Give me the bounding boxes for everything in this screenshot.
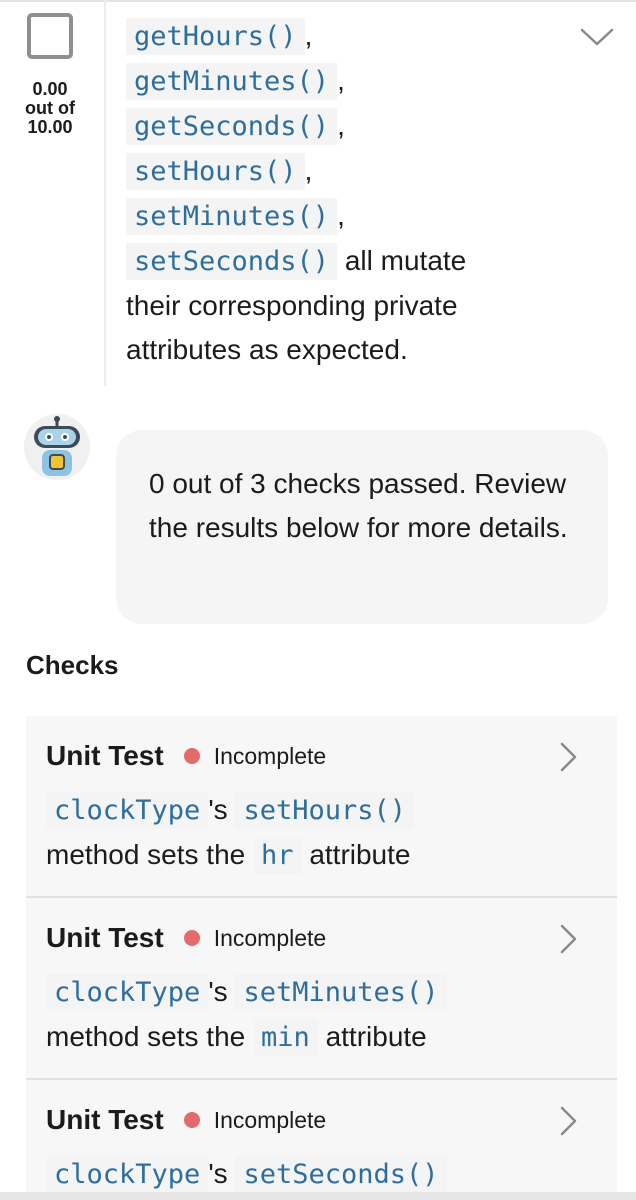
requirement-checkbox[interactable]: [27, 13, 73, 59]
requirement-row: 0.00 out of 10.00 getHours(), getMinutes…: [0, 0, 636, 386]
score-max: 10.00: [27, 117, 73, 137]
chevron-right-icon[interactable]: [556, 1104, 580, 1138]
code-attr: min: [253, 1019, 318, 1056]
check-type: Unit Test: [46, 1104, 164, 1135]
method-line-6: setSeconds() all mutate: [126, 239, 556, 284]
chevron-right-icon[interactable]: [556, 922, 580, 956]
bottom-edge: [0, 1192, 636, 1200]
status-label: Incomplete: [213, 742, 327, 769]
method-line-2: getMinutes(),: [126, 59, 556, 104]
code-method: setMinutes(): [235, 974, 447, 1011]
code-get-minutes: getMinutes(): [126, 63, 338, 100]
code-attr: hr: [253, 837, 302, 874]
checks-heading: Checks: [26, 650, 119, 680]
status-dot: [183, 748, 200, 764]
method-line-5: setMinutes(),: [126, 194, 556, 239]
robot-icon: [24, 414, 90, 480]
check-header: Unit Test Incomplete: [46, 918, 326, 958]
code-set-seconds: setSeconds(): [126, 243, 338, 280]
check-header: Unit Test Incomplete: [46, 1100, 326, 1140]
code-get-hours: getHours(): [126, 18, 305, 55]
text-tail-2: their corresponding private: [126, 290, 458, 321]
check-card[interactable]: Unit Test Incomplete clockType's setSeco…: [26, 1080, 617, 1193]
check-type: Unit Test: [46, 922, 164, 953]
score-value: 0.00: [32, 79, 68, 99]
vertical-divider: [104, 0, 106, 386]
code-subject: clockType: [46, 792, 209, 829]
check-card[interactable]: Unit Test Incomplete clockType's setHour…: [26, 716, 617, 898]
method-line-3: getSeconds(),: [126, 104, 556, 149]
chevron-down-icon[interactable]: [578, 22, 616, 52]
code-set-minutes: setMinutes(): [126, 198, 338, 235]
code-set-hours: setHours(): [126, 153, 305, 190]
check-description: clockType's setHours() method sets the h…: [46, 788, 566, 878]
status-dot: [183, 930, 200, 946]
score-display: 0.00 out of 10.00: [14, 80, 86, 137]
text-tail-3: attributes as expected.: [126, 334, 408, 365]
check-type: Unit Test: [46, 740, 164, 771]
status-dot: [183, 1112, 200, 1128]
text-tail-1: all mutate: [344, 245, 467, 276]
check-description: clockType's setSeconds(): [46, 1152, 566, 1197]
chevron-right-icon[interactable]: [556, 740, 580, 774]
check-header: Unit Test Incomplete: [46, 736, 326, 776]
status-label: Incomplete: [213, 1106, 327, 1133]
code-subject: clockType: [46, 974, 209, 1011]
assistant-message: 0 out of 3 checks passed. Review the res…: [116, 430, 608, 624]
status-label: Incomplete: [213, 924, 327, 951]
method-line-4: setHours(),: [126, 149, 556, 194]
code-subject: clockType: [46, 1156, 209, 1193]
method-line-1: getHours(),: [126, 14, 556, 59]
check-description: clockType's setMinutes() method sets the…: [46, 970, 566, 1060]
code-method: setHours(): [235, 792, 415, 829]
code-get-seconds: getSeconds(): [126, 108, 338, 145]
score-out-of-label: out of: [25, 98, 75, 118]
requirement-description: getHours(), getMinutes(), getSeconds(), …: [126, 14, 556, 372]
check-card[interactable]: Unit Test Incomplete clockType's setMinu…: [26, 898, 617, 1080]
code-method: setSeconds(): [235, 1156, 447, 1193]
